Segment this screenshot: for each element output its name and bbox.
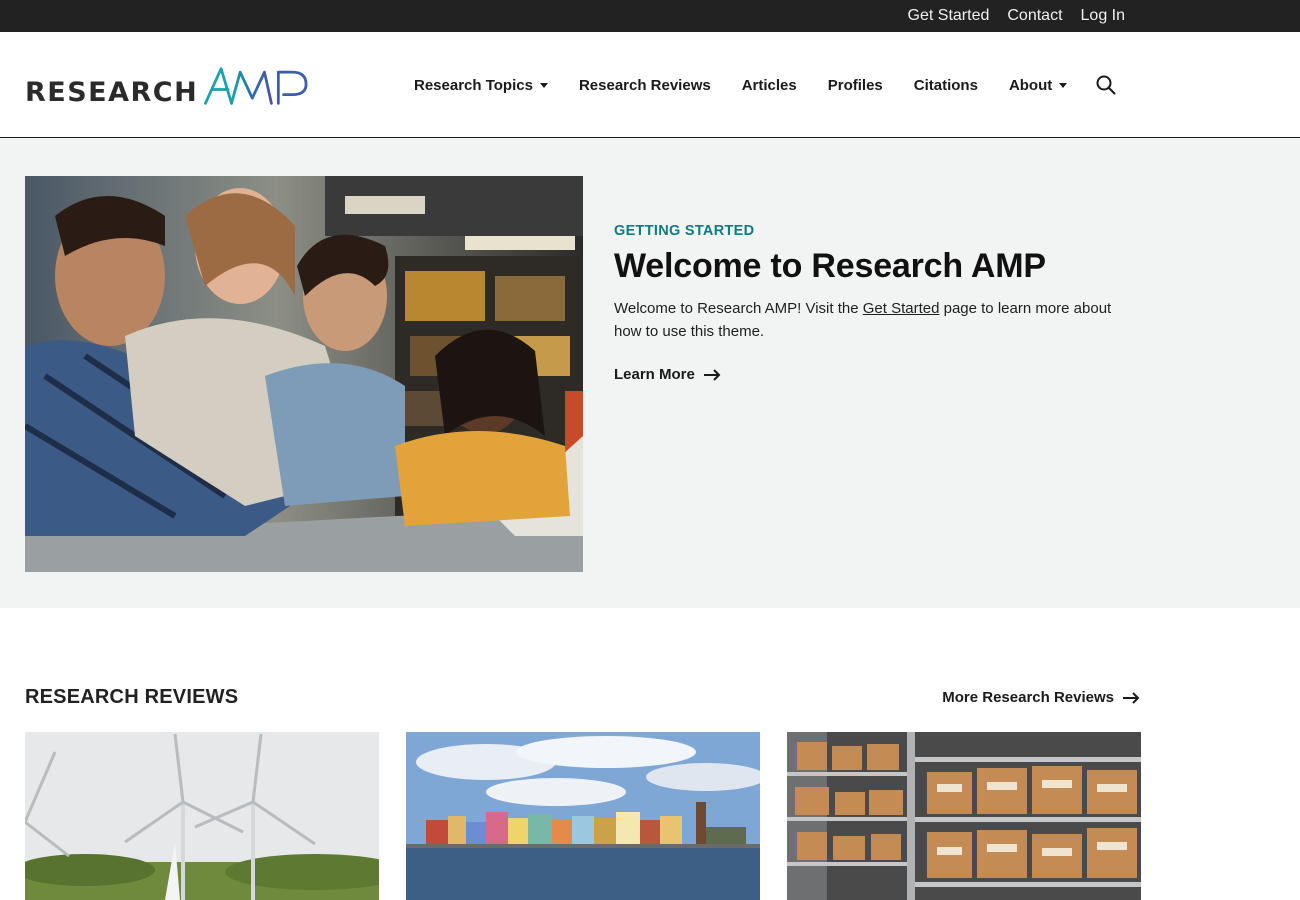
hero-description: Welcome to Research AMP! Visit the Get S… bbox=[614, 300, 1112, 340]
nav-citations[interactable]: Citations bbox=[914, 77, 978, 94]
site-logo[interactable]: RESEARCH bbox=[25, 60, 315, 112]
wind-turbines-image[interactable] bbox=[25, 732, 379, 900]
nav-research-topics[interactable]: Research Topics bbox=[414, 77, 548, 94]
hero-title: Welcome to Research AMP bbox=[614, 247, 1046, 285]
arrow-right-icon bbox=[703, 368, 721, 381]
section-title: RESEARCH REVIEWS bbox=[25, 686, 239, 708]
nav-profiles[interactable]: Profiles bbox=[828, 77, 883, 94]
chevron-down-icon bbox=[539, 82, 548, 88]
hero-section: GETTING STARTED Welcome to Research AMP … bbox=[0, 138, 1300, 608]
chevron-down-icon bbox=[1059, 82, 1068, 88]
hero-content: GETTING STARTED Welcome to Research AMP … bbox=[614, 223, 1134, 384]
more-research-reviews-link[interactable]: More Research Reviews bbox=[942, 689, 1140, 706]
logo-wordmark: RESEARCH bbox=[25, 77, 199, 108]
waterfront-town-image[interactable] bbox=[406, 732, 760, 900]
utility-bar: Get Started Contact Log In bbox=[0, 0, 1300, 32]
archive-shelves-image[interactable] bbox=[787, 732, 1141, 900]
research-reviews-header: RESEARCH REVIEWS More Research Reviews bbox=[25, 686, 1140, 709]
hero-eyebrow: GETTING STARTED bbox=[614, 223, 755, 239]
students-studying-image bbox=[25, 176, 583, 572]
get-started-link[interactable]: Get Started bbox=[908, 7, 990, 25]
site-header: RESEARCH Research Topics Research Review… bbox=[0, 32, 1300, 138]
main-nav: Research Topics Research Reviews Article… bbox=[414, 32, 1117, 138]
search-icon[interactable] bbox=[1095, 74, 1117, 96]
get-started-inline-link[interactable]: Get Started bbox=[863, 300, 940, 317]
nav-articles[interactable]: Articles bbox=[742, 77, 797, 94]
contact-link[interactable]: Contact bbox=[1007, 7, 1062, 25]
research-review-cards bbox=[25, 732, 1141, 900]
learn-more-link[interactable]: Learn More bbox=[614, 366, 721, 383]
nav-research-reviews[interactable]: Research Reviews bbox=[579, 77, 711, 94]
amp-logo-mark bbox=[204, 67, 308, 105]
nav-about[interactable]: About bbox=[1009, 77, 1068, 94]
arrow-right-icon bbox=[1123, 691, 1140, 704]
login-link[interactable]: Log In bbox=[1081, 7, 1125, 25]
